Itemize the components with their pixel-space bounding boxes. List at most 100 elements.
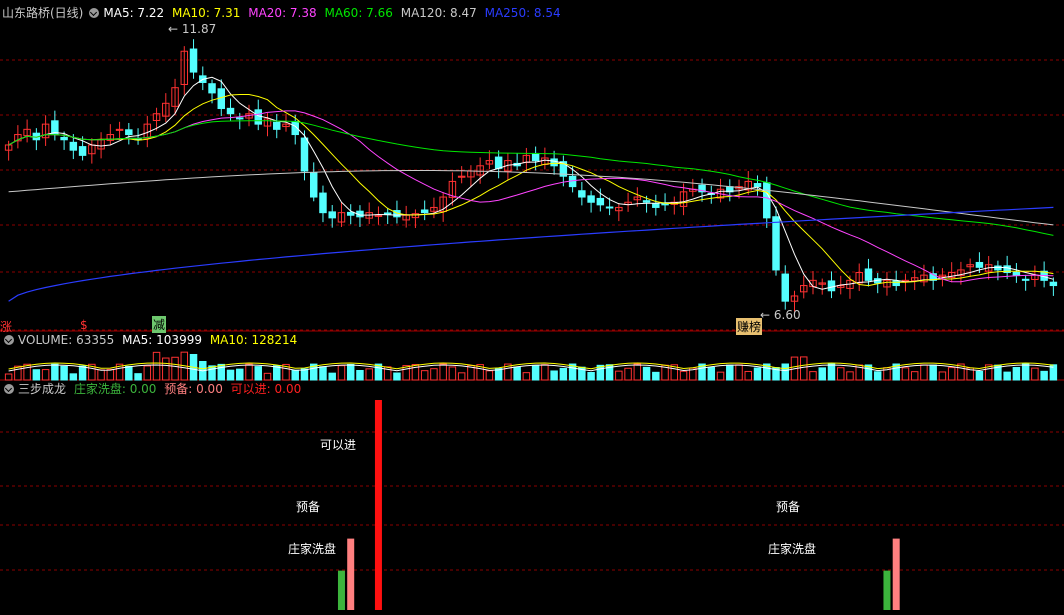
candle-body bbox=[578, 190, 586, 198]
expand-icon[interactable] bbox=[4, 384, 14, 394]
volume-bar bbox=[1031, 367, 1039, 381]
expand-icon[interactable] bbox=[4, 335, 14, 345]
volume-bar bbox=[457, 372, 466, 381]
ma250-readout: MA250: 8.54 bbox=[484, 6, 561, 20]
candle-body bbox=[236, 117, 244, 120]
volume-bar bbox=[448, 366, 457, 381]
candle-body bbox=[254, 109, 262, 125]
mark-zhang: 涨 bbox=[0, 320, 13, 334]
volume-bar bbox=[947, 367, 956, 381]
volume-bar bbox=[846, 371, 854, 381]
volume-bar bbox=[809, 371, 817, 381]
signal-bar bbox=[337, 570, 345, 610]
volume-bar bbox=[652, 371, 660, 381]
volume-bar bbox=[41, 369, 50, 381]
volume-header: VOLUME: 63355 MA5: 103999 MA10: 128214 bbox=[2, 333, 301, 347]
mark-jian: 减 bbox=[152, 316, 167, 333]
volume-bar bbox=[125, 365, 133, 381]
volume-bar bbox=[430, 368, 438, 381]
candle-body bbox=[494, 156, 503, 169]
ma10-readout: MA10: 7.31 bbox=[171, 6, 241, 20]
candle-body bbox=[273, 121, 281, 130]
volume-bar bbox=[171, 356, 179, 381]
volume-bar bbox=[873, 371, 882, 381]
signal-bar bbox=[892, 538, 900, 610]
mark-bang: 赚榜 bbox=[736, 318, 763, 335]
indicator-name: 三步成龙 bbox=[18, 382, 67, 396]
volume-bar bbox=[346, 363, 355, 381]
volume-bar bbox=[291, 369, 299, 381]
volume-bar bbox=[420, 370, 429, 381]
signal-bar bbox=[883, 570, 891, 610]
volume-bar bbox=[707, 366, 716, 381]
volume-bar bbox=[485, 370, 494, 381]
candle-body bbox=[319, 192, 327, 214]
candle-body bbox=[1021, 278, 1030, 281]
volume-bar bbox=[920, 364, 928, 381]
volume-bar bbox=[365, 368, 373, 381]
candle-body bbox=[420, 209, 429, 214]
prep-signal-label: 预备 bbox=[296, 500, 321, 514]
volume-bar bbox=[624, 367, 632, 381]
indicator-header: 三步成龙 庄家洗盘: 0.00 预备: 0.00 可以进: 0.00 bbox=[2, 382, 305, 396]
volume-bar bbox=[827, 363, 836, 381]
volume-bar bbox=[439, 363, 447, 381]
chart-canvas bbox=[0, 39, 1064, 610]
candle-body bbox=[189, 48, 198, 73]
candle-body bbox=[125, 129, 133, 136]
volume-bar bbox=[134, 373, 142, 381]
candle-body bbox=[781, 273, 789, 302]
volume-bar bbox=[633, 363, 642, 381]
volume-bar bbox=[744, 370, 753, 381]
candle-body bbox=[531, 152, 540, 162]
signal-bar bbox=[347, 538, 355, 610]
volume-bar bbox=[541, 364, 549, 381]
volume-bar bbox=[531, 364, 540, 381]
volume-bar bbox=[393, 372, 401, 381]
volume-bar bbox=[4, 373, 13, 381]
ma120-line bbox=[8, 170, 1054, 226]
low-price-label: ← 6.60 bbox=[760, 308, 801, 322]
volume-bar bbox=[559, 367, 568, 381]
volume-bar bbox=[975, 371, 984, 381]
volume-bar bbox=[143, 365, 152, 381]
volume-bar bbox=[781, 363, 789, 381]
volume-bar bbox=[328, 372, 336, 381]
volume-bar bbox=[716, 371, 725, 381]
volume-bar bbox=[245, 363, 253, 381]
expand-icon[interactable] bbox=[89, 8, 100, 18]
washout-signal-label-2: 庄家洗盘 bbox=[768, 542, 817, 556]
volume-bar bbox=[226, 369, 235, 381]
ma60-line bbox=[8, 120, 1054, 236]
volume-bar bbox=[14, 365, 22, 381]
volume-bar bbox=[901, 367, 910, 381]
candle-body bbox=[652, 203, 660, 208]
enter-readout: 可以进: 0.00 bbox=[230, 382, 302, 396]
volume-bar bbox=[273, 365, 281, 381]
volume-bar bbox=[753, 367, 762, 381]
candle-body bbox=[892, 280, 900, 287]
price-header: 山东路桥(日线) MA5: 7.22 MA10: 7.31 MA20: 7.38 … bbox=[2, 6, 565, 20]
volume-readout: VOLUME: 63355 bbox=[18, 333, 115, 347]
candle-body bbox=[346, 211, 355, 216]
volume-bar bbox=[910, 371, 919, 381]
signal-bar bbox=[374, 400, 382, 610]
volume-bar bbox=[23, 363, 31, 381]
ma20-readout: MA20: 7.38 bbox=[248, 6, 317, 20]
ma20-line bbox=[8, 110, 1054, 283]
volume-bar bbox=[679, 370, 688, 381]
candle-body bbox=[753, 183, 762, 188]
vol-ma10-readout: MA10: 128214 bbox=[209, 333, 298, 347]
volume-bar bbox=[300, 368, 309, 381]
candle-body bbox=[208, 83, 216, 94]
candle-body bbox=[550, 158, 558, 167]
volume-bar bbox=[929, 364, 937, 381]
prep-readout: 预备: 0.00 bbox=[164, 382, 223, 396]
volume-bar bbox=[1012, 366, 1021, 381]
volume-bar bbox=[1040, 370, 1048, 381]
candle-body bbox=[642, 200, 651, 203]
candle-body bbox=[587, 195, 595, 203]
volume-bar bbox=[152, 351, 161, 381]
candle-body bbox=[226, 107, 235, 115]
prep-signal-label-2: 预备 bbox=[776, 500, 801, 514]
